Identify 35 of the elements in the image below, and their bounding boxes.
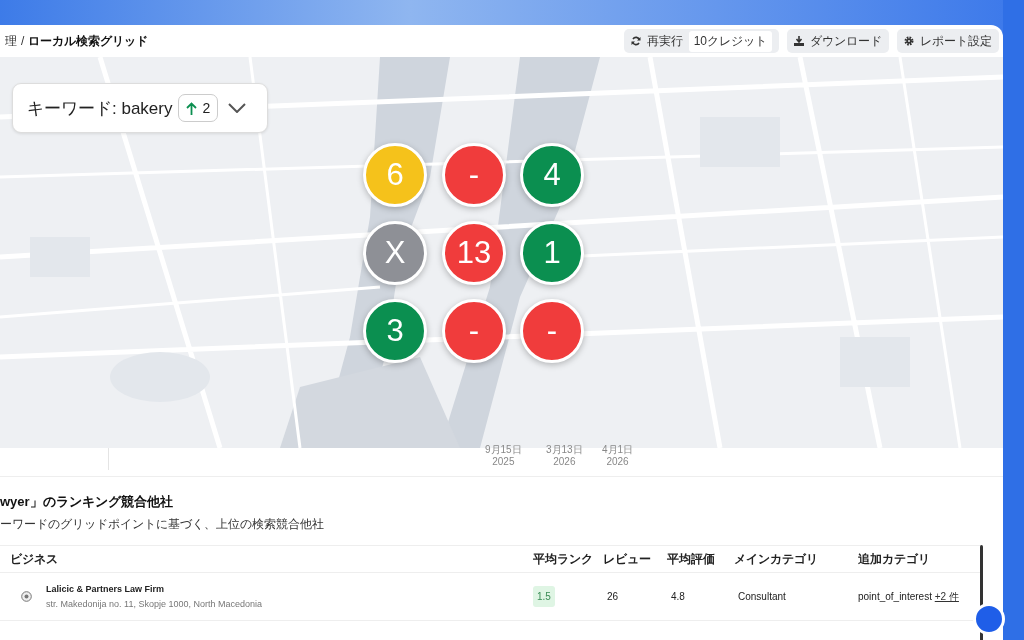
rerun-button[interactable]: 再実行 10クレジット: [623, 29, 779, 53]
table-cell-text: 4.8: [670, 591, 685, 602]
column-header: レビュー: [603, 551, 651, 566]
credit-badge: 10クレジット: [688, 30, 772, 52]
settings-icon: [904, 36, 914, 46]
more-link[interactable]: +2 件: [934, 590, 959, 602]
table-cell-text: 26: [606, 591, 619, 602]
column-header: 平均ランク: [533, 551, 593, 566]
timeline-date: 9月15日 2025: [485, 444, 522, 468]
chevron-down-icon: [228, 103, 247, 113]
keyword-label: キーワード: bakery: [27, 97, 173, 120]
refresh-icon: [630, 36, 641, 46]
dropdown-button[interactable]: [228, 103, 247, 113]
column-header: メインカテゴリ: [734, 551, 818, 566]
download-button[interactable]: ダウンロード: [787, 29, 889, 53]
business-icon: [21, 591, 32, 602]
rank-change-badge: 2: [178, 94, 219, 122]
download-icon: [794, 36, 804, 46]
business-name: Lalicic & Partners Law Firm: [46, 584, 166, 594]
column-header: 追加カテゴリ: [858, 551, 930, 566]
section-subtitle: ーワードのグリッドポイントに基づく、上位の検索競合他社: [0, 516, 325, 533]
timeline-date: 4月1日 2026: [602, 444, 634, 468]
section-title: wyer」のランキング競合他社: [0, 493, 174, 511]
table-cell-text: Consultant: [737, 591, 786, 602]
breadcrumb-link[interactable]: 理: [5, 32, 17, 50]
business-address: str. Makedonija no. 11, Skopje 1000, North Macedonia: [46, 599, 262, 609]
breadcrumb-separator: /: [21, 34, 25, 48]
page-title: ローカル検索グリッド: [28, 32, 149, 50]
settings-button[interactable]: レポート設定: [897, 29, 999, 53]
column-header: ビジネス: [9, 551, 58, 566]
arrow-up-icon: [186, 101, 198, 115]
column-header: 平均評価: [667, 551, 715, 566]
table-cell: point_of_interest: [858, 590, 932, 602]
timeline-date: 3月13日 2026: [546, 444, 583, 468]
rank-badge: 1.5: [533, 586, 555, 607]
